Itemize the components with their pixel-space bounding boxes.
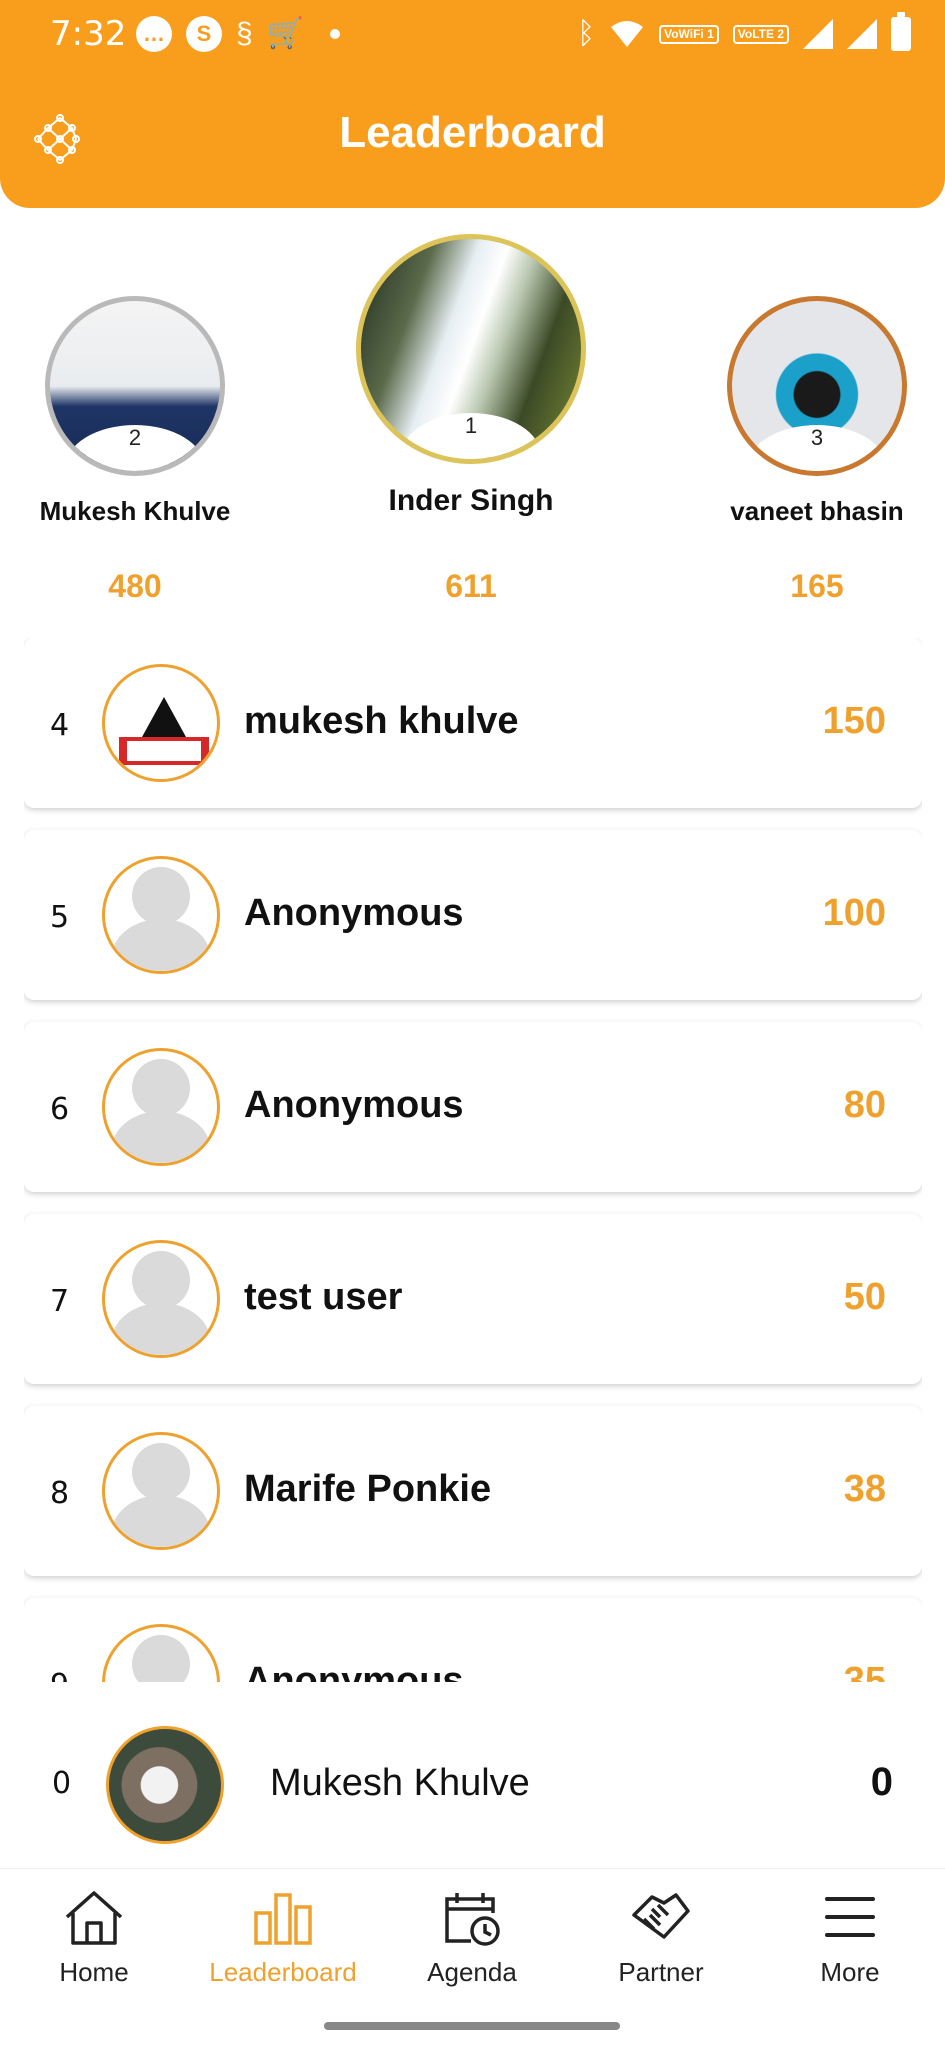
bluetooth-icon: ᛒ	[577, 17, 596, 50]
list-rank: 5	[50, 900, 70, 935]
test-sign-icon	[119, 681, 209, 765]
nav-label: Agenda	[427, 1957, 517, 1987]
wifi-icon	[611, 21, 644, 47]
current-user-rank: 0	[52, 1766, 72, 1801]
list-score: 100	[822, 892, 886, 934]
menu-icon	[825, 1897, 875, 1937]
list-rank: 8	[50, 1476, 70, 1511]
list-rank: 9	[50, 1668, 69, 1682]
list-name: Anonymous	[244, 1660, 464, 1682]
podium-third[interactable]: 3 vaneet bhasin 165	[712, 296, 922, 604]
signal-roaming-icon	[847, 19, 877, 49]
list-score: 35	[843, 1660, 886, 1682]
nav-leaderboard[interactable]: Leaderboard	[198, 1889, 368, 1988]
anonymous-avatar-icon	[102, 1240, 220, 1358]
podium-rank: 3	[810, 425, 824, 450]
avatar: 2	[45, 296, 225, 476]
nav-agenda[interactable]: Agenda	[387, 1889, 557, 1988]
list-rank: 7	[50, 1284, 70, 1319]
skype-icon: S	[186, 16, 222, 52]
status-bar: 7:32 … S § 🛒 ᛒ VoWiFi 1 VoLTE 2	[0, 0, 945, 72]
podium-score: 480	[108, 568, 162, 604]
chat-icon: …	[136, 16, 172, 52]
battery-icon	[891, 12, 911, 51]
list-name: Anonymous	[244, 1084, 464, 1126]
page-title: Leaderboard	[339, 108, 606, 157]
podium-rank: 2	[128, 425, 142, 450]
calendar-clock-icon	[445, 1893, 500, 1946]
anonymous-avatar-icon	[102, 856, 220, 974]
list-item[interactable]: 7 test user 50	[24, 1214, 922, 1384]
current-user-score: 0	[870, 1760, 893, 1804]
volte-badge: VoLTE 2	[732, 24, 789, 44]
podium-score: 165	[790, 568, 844, 604]
anonymous-avatar-icon	[102, 1624, 220, 1682]
list-name: Anonymous	[244, 892, 464, 934]
leaderboard-icon	[254, 1893, 312, 1945]
anonymous-avatar-icon	[102, 1432, 220, 1550]
nav-home[interactable]: Home	[9, 1889, 179, 1988]
podium-first[interactable]: 1 Inder Singh 611	[356, 234, 586, 604]
nav-label: More	[820, 1957, 880, 1987]
signal-icon	[803, 19, 833, 49]
podium-name: vaneet bhasin	[730, 496, 904, 526]
avatar	[106, 1726, 224, 1844]
list-score: 150	[822, 700, 886, 742]
list-score: 50	[843, 1276, 886, 1318]
anonymous-avatar-icon	[102, 1048, 220, 1166]
app-header: 7:32 … S § 🛒 ᛒ VoWiFi 1 VoLTE 2 Leaderbo…	[0, 0, 945, 208]
list-rank: 4	[50, 708, 70, 743]
nav-partner[interactable]: Partner	[576, 1889, 746, 1988]
notification-icons: … S § 🛒	[136, 16, 341, 52]
nav-more[interactable]: More	[765, 1889, 935, 1988]
podium-name: Mukesh Khulve	[39, 496, 231, 526]
podium-score: 611	[445, 568, 497, 604]
gesture-home-bar[interactable]	[324, 2022, 620, 2030]
list-item[interactable]: 5 Anonymous 100	[24, 830, 922, 1000]
vowifi-badge: VoWiFi 1	[659, 24, 719, 44]
swiggy-icon: §	[236, 17, 253, 50]
list-item[interactable]: 4 mukesh khulve 150	[24, 638, 922, 808]
list-item[interactable]: 9 Anonymous 35	[24, 1598, 922, 1682]
home-icon	[65, 1891, 123, 1945]
cart-icon: 🛒	[266, 17, 305, 50]
current-user-name: Mukesh Khulve	[270, 1762, 530, 1804]
list-name: mukesh khulve	[244, 700, 519, 742]
avatar: 3	[727, 296, 907, 476]
nav-label: Partner	[618, 1957, 704, 1987]
list-name: Marife Ponkie	[244, 1468, 492, 1510]
list-score: 38	[843, 1468, 886, 1510]
podium-second[interactable]: 2 Mukesh Khulve 480	[30, 296, 240, 604]
list-rank: 6	[50, 1092, 70, 1127]
current-user-row[interactable]: 0 Mukesh Khulve 0	[0, 1704, 945, 1866]
leaderboard-list[interactable]: 4 mukesh khulve 150 5 Anonymous 100 6 An…	[24, 638, 922, 1682]
handshake-icon	[632, 1893, 690, 1939]
more-notifications-dot	[330, 29, 341, 39]
list-name: test user	[244, 1276, 403, 1318]
list-item[interactable]: 6 Anonymous 80	[24, 1022, 922, 1192]
nav-label: Home	[59, 1957, 129, 1987]
bottom-nav: Home Leaderboard Agenda Partner More	[0, 1868, 945, 2048]
list-item[interactable]: 8 Marife Ponkie 38	[24, 1406, 922, 1576]
status-time: 7:32	[50, 14, 127, 54]
avatar	[102, 664, 220, 782]
system-icons: ᛒ VoWiFi 1 VoLTE 2	[577, 12, 911, 52]
nav-label: Leaderboard	[209, 1957, 357, 1987]
list-score: 80	[843, 1084, 886, 1126]
podium-rank: 1	[464, 413, 478, 438]
avatar: 1	[356, 234, 586, 464]
podium-name: Inder Singh	[388, 484, 554, 517]
